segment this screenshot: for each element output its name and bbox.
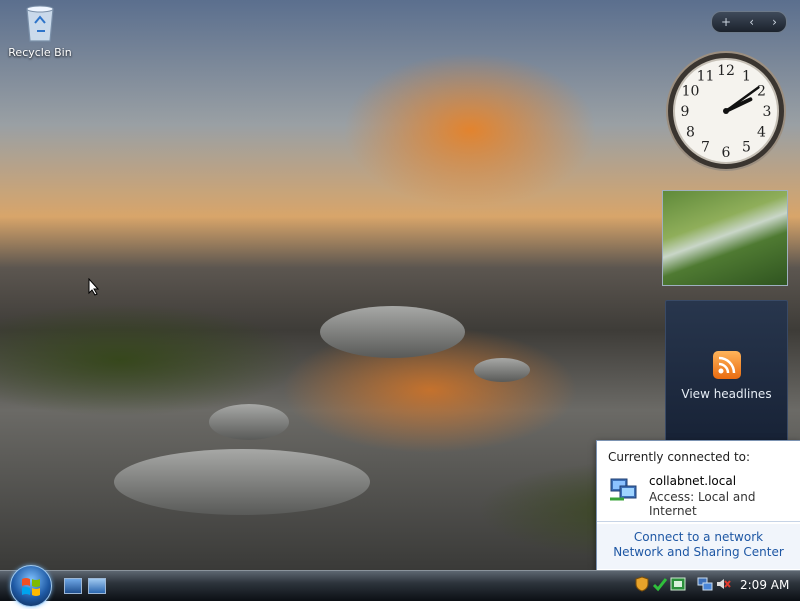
network-status-popup: Currently connected to: collabnet.local …: [596, 440, 800, 570]
volume-muted-icon[interactable]: [715, 576, 731, 592]
network-sharing-center-link[interactable]: Network and Sharing Center: [597, 545, 800, 559]
view-headlines-label[interactable]: View headlines: [666, 387, 787, 401]
connect-to-network-link[interactable]: Connect to a network: [597, 530, 800, 544]
network-access-status: Access: Local and Internet: [649, 490, 756, 518]
network-name: collabnet.local: [649, 474, 737, 488]
sidebar-prev-button[interactable]: ‹: [749, 15, 754, 29]
add-gadget-button[interactable]: +: [721, 15, 731, 29]
show-desktop-icon[interactable]: [64, 578, 82, 594]
clock-numeral: 5: [742, 140, 751, 156]
sidebar-controls: + ‹ ›: [711, 11, 787, 33]
switch-windows-icon[interactable]: [88, 578, 106, 594]
wallpaper-rock: [209, 404, 289, 440]
network-computer-icon: [608, 473, 638, 503]
clock-numeral: 8: [686, 125, 695, 141]
taskbar: 2:09 AM: [0, 565, 800, 607]
clock-numeral: 6: [722, 145, 731, 161]
clock-gadget[interactable]: 12 1 2 3 4 5 6 7 8 9 10 11: [665, 50, 787, 172]
sidebar-next-button[interactable]: ›: [772, 15, 777, 29]
desktop-wallpaper: Recycle Bin + ‹ › 12 1 2 3 4 5 6 7 8 9 10 11: [0, 0, 800, 570]
popup-divider: [597, 521, 800, 522]
clock-numeral: 1: [742, 68, 751, 84]
clock-numeral: 3: [763, 104, 772, 120]
recycle-bin-icon: [23, 3, 57, 43]
clock-numeral: 11: [697, 68, 715, 84]
feed-headlines-gadget[interactable]: View headlines: [665, 300, 788, 444]
windows-logo-icon: [22, 578, 40, 596]
recycle-bin-label: Recycle Bin: [8, 46, 72, 59]
clock-numeral: 12: [717, 63, 735, 79]
clock-numeral: 4: [757, 125, 766, 141]
clock-numeral: 9: [681, 104, 690, 120]
start-button[interactable]: [10, 565, 52, 607]
taskbar-clock[interactable]: 2:09 AM: [740, 578, 789, 592]
clock-numeral: 2: [757, 84, 766, 100]
clock-numeral: 10: [682, 84, 700, 100]
wallpaper-rock: [474, 358, 530, 382]
wallpaper-rock: [114, 449, 370, 515]
connection-heading: Currently connected to:: [608, 450, 751, 464]
desktop-icon-recycle-bin[interactable]: Recycle Bin: [6, 3, 74, 59]
slideshow-gadget[interactable]: [662, 190, 788, 286]
security-center-icon[interactable]: [652, 576, 668, 592]
windows-defender-icon[interactable]: [634, 576, 650, 592]
clock-numeral: 7: [701, 140, 710, 156]
wallpaper-rock: [320, 306, 465, 358]
network-icon[interactable]: [697, 576, 713, 592]
popup-links-area: Connect to a network Network and Sharing…: [597, 524, 800, 569]
rss-icon: [713, 351, 741, 379]
mouse-cursor: [88, 277, 100, 296]
tray-app-icon[interactable]: [670, 576, 686, 592]
